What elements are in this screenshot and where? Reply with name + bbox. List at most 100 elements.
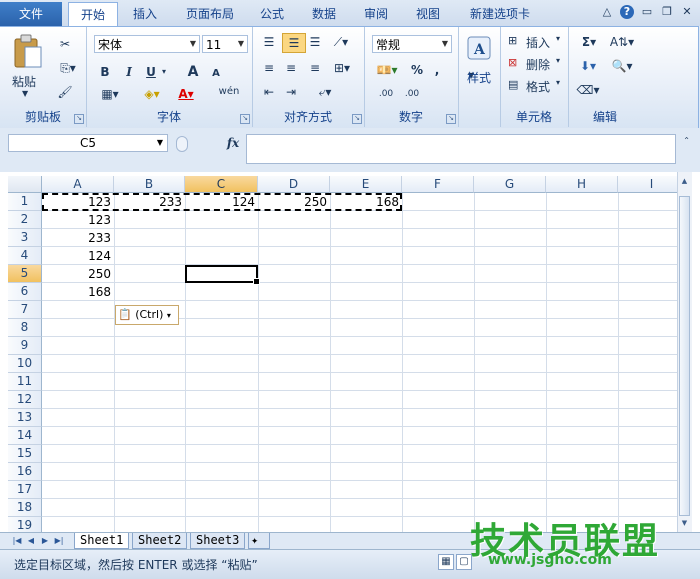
copy-icon[interactable]: ⎘▾ <box>56 59 80 77</box>
format-painter-icon[interactable]: 🖌 <box>56 83 74 101</box>
column-header-b[interactable]: B <box>114 176 185 193</box>
sort-filter-icon[interactable]: A⇅▾ <box>608 33 636 51</box>
row-header-4[interactable]: 4 <box>8 247 42 265</box>
fill-color-icon[interactable]: ◈▾ <box>140 85 164 103</box>
tab-insert[interactable]: 插入 <box>122 4 168 26</box>
normal-view-icon[interactable]: ▦ <box>438 554 454 570</box>
decrease-indent-icon[interactable]: ⇤ <box>260 83 278 101</box>
bold-button[interactable]: B <box>98 63 112 81</box>
formula-input[interactable] <box>246 134 676 164</box>
row-header-2[interactable]: 2 <box>8 211 42 229</box>
increase-indent-icon[interactable]: ⇥ <box>282 83 300 101</box>
row-header-5[interactable]: 5 <box>8 265 42 283</box>
cell-a4[interactable]: 124 <box>42 247 114 265</box>
row-header-19[interactable]: 19 <box>8 517 42 532</box>
tab-review[interactable]: 审阅 <box>356 4 396 26</box>
cell-a5[interactable]: 250 <box>42 265 114 283</box>
cell-a6[interactable]: 168 <box>42 283 114 301</box>
scrollbar-thumb[interactable] <box>679 196 690 516</box>
row-header-7[interactable]: 7 <box>8 301 42 319</box>
column-header-f[interactable]: F <box>402 176 474 193</box>
tab-file[interactable]: 文件 <box>0 2 62 26</box>
font-name-combo[interactable]: 宋体 ▼ <box>94 35 200 53</box>
row-header-14[interactable]: 14 <box>8 427 42 445</box>
align-middle-icon[interactable]: ☰ <box>282 33 306 53</box>
column-header-c[interactable]: C <box>185 176 258 193</box>
row-header-15[interactable]: 15 <box>8 445 42 463</box>
row-header-6[interactable]: 6 <box>8 283 42 301</box>
align-center-icon[interactable]: ≡ <box>282 59 300 77</box>
increase-decimal-button[interactable]: .00 <box>374 85 398 103</box>
row-header-3[interactable]: 3 <box>8 229 42 247</box>
tab-data[interactable]: 数据 <box>304 4 344 26</box>
tab-page-layout[interactable]: 页面布局 <box>178 4 242 26</box>
tab-home[interactable]: 开始 <box>68 2 118 27</box>
italic-button[interactable]: I <box>122 63 136 81</box>
delete-cells-button[interactable]: ⊠ 删除 ▾ <box>508 55 566 73</box>
paste-button[interactable]: 粘贴 ▼ <box>8 31 48 101</box>
styles-button[interactable]: A ▼ <box>462 33 496 99</box>
cell-a2[interactable]: 123 <box>42 211 114 229</box>
align-bottom-icon[interactable]: ☰ <box>306 33 324 51</box>
row-header-18[interactable]: 18 <box>8 499 42 517</box>
align-left-icon[interactable]: ≡ <box>260 59 278 77</box>
clear-icon[interactable]: ⌫▾ <box>576 81 600 99</box>
column-header-i[interactable]: I <box>618 176 686 193</box>
page-layout-view-icon[interactable]: ▢ <box>456 554 472 570</box>
underline-button[interactable]: U <box>144 63 158 81</box>
active-cell-c5[interactable] <box>185 265 260 285</box>
formula-bar-expand-handle[interactable] <box>176 136 188 152</box>
column-header-d[interactable]: D <box>258 176 330 193</box>
scroll-down-icon[interactable]: ▼ <box>679 518 690 529</box>
fill-icon[interactable]: ⬇▾ <box>576 57 600 75</box>
decrease-decimal-button[interactable]: .00 <box>400 85 424 103</box>
launcher-icon[interactable]: ↘ <box>446 114 456 124</box>
phonetic-button[interactable]: wén <box>216 83 242 101</box>
insert-cells-button[interactable]: ⊞ 插入 ▾ <box>508 33 566 51</box>
border-icon[interactable]: ▦▾ <box>98 85 122 103</box>
row-header-13[interactable]: 13 <box>8 409 42 427</box>
row-header-12[interactable]: 12 <box>8 391 42 409</box>
prev-sheet-icon[interactable]: ◀ <box>26 535 36 547</box>
font-size-combo[interactable]: 11 ▼ <box>202 35 248 53</box>
row-header-8[interactable]: 8 <box>8 319 42 337</box>
row-header-16[interactable]: 16 <box>8 463 42 481</box>
first-sheet-icon[interactable]: |◀ <box>12 535 22 547</box>
select-all-corner[interactable] <box>8 176 42 193</box>
grow-font-button[interactable]: A <box>186 63 200 81</box>
sheet-tab-1[interactable]: Sheet1 <box>74 533 130 549</box>
find-select-icon[interactable]: 🔍▾ <box>608 57 636 75</box>
row-header-11[interactable]: 11 <box>8 373 42 391</box>
insert-function-button[interactable]: fx <box>222 134 244 152</box>
sheet-tab-3[interactable]: Sheet3 <box>190 533 246 549</box>
scroll-up-icon[interactable]: ▲ <box>679 176 690 187</box>
close-icon[interactable]: ✕ <box>680 5 694 19</box>
minimize-icon[interactable]: ▭ <box>640 5 654 19</box>
merge-center-icon[interactable]: ⊞▾ <box>330 59 354 77</box>
column-header-e[interactable]: E <box>330 176 402 193</box>
last-sheet-icon[interactable]: ▶| <box>54 535 64 547</box>
tab-view[interactable]: 视图 <box>408 4 448 26</box>
align-right-icon[interactable]: ≡ <box>306 59 324 77</box>
worksheet-grid[interactable]: A B C D E F G H I 1 2 3 4 5 6 7 8 9 10 1… <box>0 172 700 532</box>
format-cells-button[interactable]: ▤ 格式 ▾ <box>508 77 566 95</box>
autosum-button[interactable]: Σ▾ <box>576 33 602 51</box>
help-icon[interactable]: ? <box>620 5 634 19</box>
launcher-icon[interactable]: ↘ <box>74 114 84 124</box>
font-color-icon[interactable]: A▾ <box>174 85 198 103</box>
tab-new[interactable]: 新建选项卡 <box>460 4 540 26</box>
row-header-17[interactable]: 17 <box>8 481 42 499</box>
cell-a3[interactable]: 233 <box>42 229 114 247</box>
launcher-icon[interactable]: ↘ <box>352 114 362 124</box>
collapse-ribbon-icon[interactable]: △ <box>600 5 614 19</box>
comma-button[interactable]: , <box>430 61 444 79</box>
vertical-scrollbar[interactable]: ▲ ▼ <box>677 172 692 532</box>
percent-button[interactable]: % <box>410 61 424 79</box>
column-header-g[interactable]: G <box>474 176 546 193</box>
paste-options-button[interactable]: 📋 (Ctrl) ▾ <box>115 305 179 325</box>
orientation-icon[interactable]: ⟋▾ <box>330 33 352 51</box>
sheet-tab-2[interactable]: Sheet2 <box>132 533 188 549</box>
chevron-down-icon[interactable]: ▾ <box>160 63 168 81</box>
restore-icon[interactable]: ❐ <box>660 5 674 19</box>
cut-icon[interactable]: ✂ <box>56 35 74 53</box>
